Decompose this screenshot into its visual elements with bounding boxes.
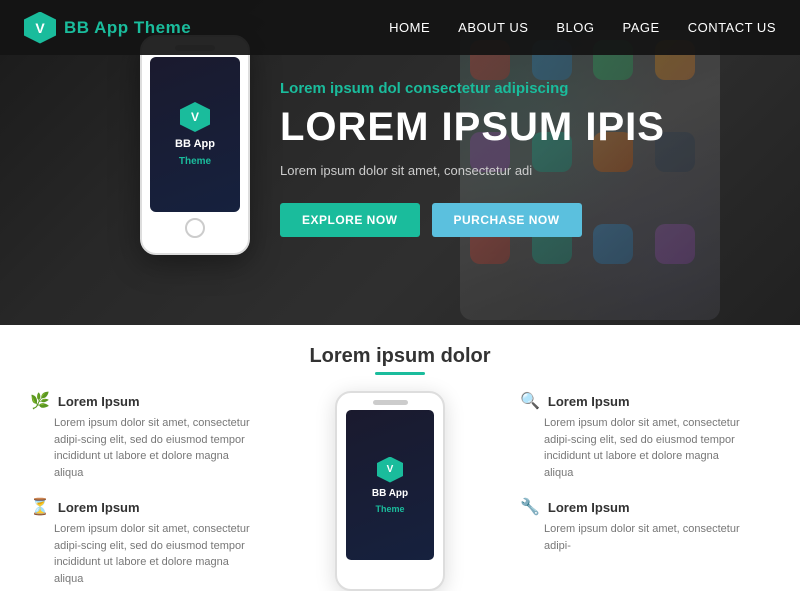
feature-header-2: ⏳ Lorem Ipsum [30,497,260,517]
mockup-app-name: BB App [175,138,215,150]
mockup-theme-label: Theme [179,156,211,167]
hero-title: LOREM IPSUM IPIS [280,105,680,149]
tools-icon: 🔧 [520,497,540,517]
features-right-col: 🔍 Lorem Ipsum Lorem ipsum dolor sit amet… [520,391,750,554]
features-divider [30,372,770,375]
nav-links: HOME ABOUT US BLOG PAGE CONTACT US [389,19,776,37]
hero-description: Lorem ipsum dolor sit amet, consectetur … [280,161,680,181]
feature-header-1: 🌿 Lorem Ipsum [30,391,260,411]
hero-buttons: EXPLORE NOW PURCHASE NOW [280,203,680,237]
feature-item-2: ⏳ Lorem Ipsum Lorem ipsum dolor sit amet… [30,497,260,587]
feature-item-4: 🔧 Lorem Ipsum Lorem ipsum dolor sit amet… [520,497,750,554]
center-phone-notch [373,400,408,405]
nav-link-page[interactable]: PAGE [623,20,660,35]
nav-link-about[interactable]: ABOUT US [458,20,528,35]
feature-header-3: 🔍 Lorem Ipsum [520,391,750,411]
feature-desc-2: Lorem ipsum dolor sit amet, consectetur … [30,521,260,587]
mockup-hex-icon: V [180,102,210,132]
features-grid: 🌿 Lorem Ipsum Lorem ipsum dolor sit amet… [30,391,770,591]
features-center-phone-col: V BB App Theme [270,391,510,591]
features-title: Lorem ipsum dolor [30,345,770,368]
center-phone-hex-icon: V [377,457,403,483]
feature-desc-4: Lorem ipsum dolor sit amet, consectetur … [520,521,750,554]
search-icon: 🔍 [520,391,540,411]
center-phone-mockup: V BB App Theme [335,391,445,591]
feature-title-4: Lorem Ipsum [548,500,630,515]
nav-item-home[interactable]: HOME [389,19,430,37]
feature-title-3: Lorem Ipsum [548,394,630,409]
feature-title-2: Lorem Ipsum [58,500,140,515]
mockup-home-button [185,218,205,238]
feature-title-1: Lorem Ipsum [58,394,140,409]
nav-item-blog[interactable]: BLOG [556,19,594,37]
feature-desc-3: Lorem ipsum dolor sit amet, consectetur … [520,415,750,481]
nav-item-about[interactable]: ABOUT US [458,19,528,37]
hero-phone-mockup: V BB App Theme [140,35,250,255]
features-left-col: 🌿 Lorem Ipsum Lorem ipsum dolor sit amet… [30,391,260,587]
navbar: V BB App Theme HOME ABOUT US BLOG PAGE C… [0,0,800,55]
center-phone-theme: Theme [375,504,404,514]
logo-text: BB App Theme [64,18,191,38]
nav-link-contact[interactable]: CONTACT US [688,20,776,35]
subtitle-plain: Lorem ipsum dol [280,80,405,97]
subtitle-accent: consectetur [405,80,490,97]
center-phone-appname: BB App [372,488,408,499]
nav-logo[interactable]: V BB App Theme [24,12,191,44]
divider-line [375,372,425,375]
subtitle-end: adipiscing [490,80,568,97]
feature-header-4: 🔧 Lorem Ipsum [520,497,750,517]
hourglass-icon: ⏳ [30,497,50,517]
hero-subtitle: Lorem ipsum dol consectetur adipiscing [280,80,680,97]
nav-item-page[interactable]: PAGE [623,19,660,37]
nav-link-home[interactable]: HOME [389,20,430,35]
feature-item-3: 🔍 Lorem Ipsum Lorem ipsum dolor sit amet… [520,391,750,481]
features-section: Lorem ipsum dolor 🌿 Lorem Ipsum Lorem ip… [0,325,800,512]
nav-item-contact[interactable]: CONTACT US [688,19,776,37]
feature-item-1: 🌿 Lorem Ipsum Lorem ipsum dolor sit amet… [30,391,260,481]
center-phone-screen: V BB App Theme [346,410,434,560]
hero-content: Lorem ipsum dol consectetur adipiscing L… [280,80,680,237]
leaf-icon: 🌿 [30,391,50,411]
feature-desc-1: Lorem ipsum dolor sit amet, consectetur … [30,415,260,481]
logo-hex-icon: V [24,12,56,44]
mockup-screen: V BB App Theme [150,57,240,212]
explore-now-button[interactable]: EXPLORE NOW [280,203,420,237]
nav-link-blog[interactable]: BLOG [556,20,594,35]
purchase-now-button[interactable]: PURCHASE NOW [432,203,582,237]
